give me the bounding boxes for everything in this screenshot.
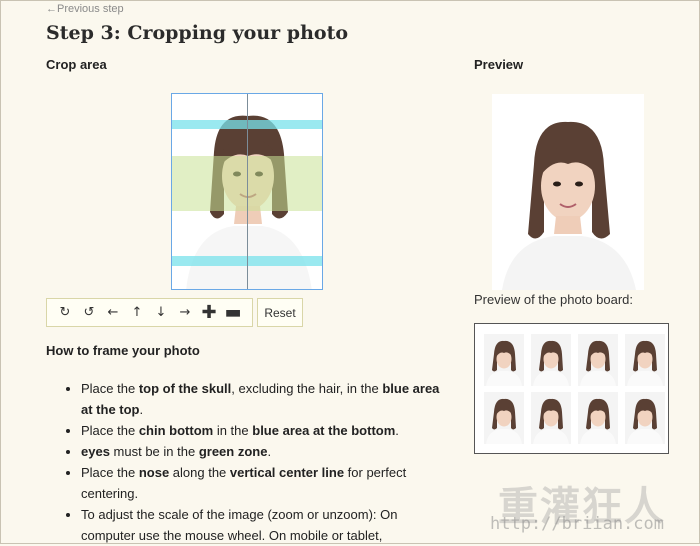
board-thumbnail [625, 392, 665, 444]
photo-board-label: Preview of the photo board: [474, 292, 633, 307]
photo-board [474, 323, 669, 454]
instructions-list: Place the top of the skull, excluding th… [64, 378, 451, 546]
zoom-in-button[interactable]: ✚ [197, 300, 221, 326]
previous-step-link[interactable]: ←Previous step [46, 3, 124, 15]
instruction-item: Place the top of the skull, excluding th… [81, 378, 451, 420]
crop-toolbar: ↻ ↺ ← ↑ ↓ → ✚ ▬ [46, 298, 253, 327]
watermark-url: http://briian.com [490, 514, 664, 534]
instruction-item: To adjust the scale of the image (zoom o… [81, 504, 451, 546]
vertical-center-line [247, 94, 248, 289]
preview-photo [492, 94, 644, 290]
page-title: Step 3: Cropping your photo [46, 22, 349, 44]
rotate-right-button[interactable]: ↻ [53, 300, 77, 326]
zoom-out-button[interactable]: ▬ [221, 300, 245, 326]
crop-area[interactable] [171, 93, 323, 290]
board-thumbnail [531, 334, 571, 386]
move-left-button[interactable]: ← [101, 300, 125, 326]
board-thumbnail [484, 334, 524, 386]
preview-title: Preview [474, 57, 524, 72]
instruction-item: eyes must be in the green zone. [81, 441, 451, 462]
instructions-title: How to frame your photo [46, 343, 200, 358]
move-right-button[interactable]: → [173, 300, 197, 326]
crop-area-title: Crop area [46, 57, 107, 72]
move-up-button[interactable]: ↑ [125, 300, 149, 326]
board-thumbnail [578, 334, 618, 386]
instruction-item: Place the chin bottom in the blue area a… [81, 420, 451, 441]
instruction-item: Place the nose along the vertical center… [81, 462, 451, 504]
board-thumbnail [578, 392, 618, 444]
board-thumbnail [484, 392, 524, 444]
board-thumbnail [625, 334, 665, 386]
reset-button[interactable]: Reset [257, 298, 303, 327]
move-down-button[interactable]: ↓ [149, 300, 173, 326]
rotate-left-button[interactable]: ↺ [77, 300, 101, 326]
board-thumbnail [531, 392, 571, 444]
